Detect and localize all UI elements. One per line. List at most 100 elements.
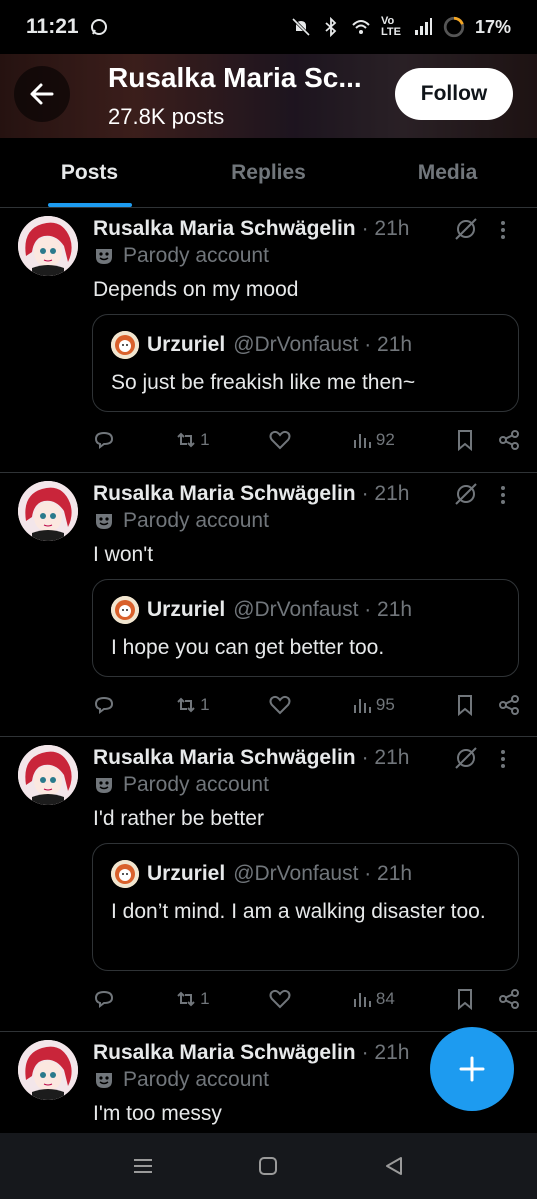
reply-button[interactable] (92, 428, 116, 452)
parody-label: Parody account (123, 509, 269, 532)
post-item[interactable]: Rusalka Maria Schwägelin · 21h Parody ac… (0, 473, 537, 737)
parody-badge: Parody account (93, 773, 269, 797)
quote-author-name: Urzuriel (147, 598, 226, 621)
profile-name: Rusalka Maria Sc... (108, 62, 362, 93)
author-name[interactable]: Rusalka Maria Schwägelin (93, 746, 356, 770)
back-nav-icon[interactable] (382, 1154, 406, 1178)
post-actions: 1 92 (92, 426, 521, 454)
reply-button[interactable] (92, 693, 116, 717)
repost-icon (177, 432, 195, 448)
quoted-post[interactable]: Urzuriel @DrVonfaust · 21h I don’t mind.… (92, 843, 519, 971)
repost-button[interactable]: 1 (174, 987, 210, 1011)
bookmark-icon[interactable] (453, 987, 477, 1011)
avatar[interactable] (18, 481, 78, 541)
quoted-post[interactable]: Urzuriel @DrVonfaust · 21h So just be fr… (92, 314, 519, 412)
post-time[interactable]: · 21h (362, 217, 410, 241)
profile-header: Rusalka Maria Sc... 27.8K posts Follow (0, 54, 537, 138)
message-bubble-icon (90, 19, 107, 35)
tab-posts[interactable]: Posts (0, 138, 179, 207)
parody-badge: Parody account (93, 244, 269, 268)
system-navigation-bar (0, 1133, 537, 1199)
reply-icon (94, 431, 114, 449)
post-item[interactable]: Rusalka Maria Schwägelin · 21h Parody ac… (0, 737, 537, 1032)
grok-icon[interactable] (453, 481, 479, 507)
plus-icon (459, 1056, 485, 1082)
more-vertical-icon[interactable] (495, 747, 511, 771)
theater-mask-icon (96, 249, 112, 264)
repost-icon (177, 991, 195, 1007)
post-time[interactable]: · 21h (362, 482, 410, 506)
like-button[interactable] (268, 428, 292, 452)
repost-count: 1 (200, 989, 210, 1008)
views-icon (353, 434, 371, 448)
reply-icon (94, 990, 114, 1008)
post-text: Depends on my mood (93, 278, 299, 301)
battery-percent: 17% (474, 16, 511, 37)
tab-replies[interactable]: Replies (179, 138, 358, 207)
theater-mask-icon (96, 778, 112, 793)
quote-avatar (111, 860, 139, 888)
posts-count: 27.8K posts (108, 104, 225, 129)
heart-icon (269, 695, 291, 715)
home-icon[interactable] (256, 1154, 280, 1178)
views-count: 92 (375, 430, 395, 449)
recents-icon[interactable] (131, 1154, 155, 1178)
follow-button[interactable]: Follow (395, 68, 513, 120)
post-time[interactable]: · 21h (362, 746, 410, 770)
post-actions: 1 84 (92, 985, 521, 1013)
theater-mask-icon (96, 1073, 112, 1088)
battery-ring-icon (443, 16, 465, 38)
author-name[interactable]: Rusalka Maria Schwägelin (93, 217, 356, 241)
post-item[interactable]: Rusalka Maria Schwägelin · 21h Parody ac… (0, 208, 537, 473)
avatar[interactable] (18, 1040, 78, 1100)
views-button[interactable]: 95 (350, 693, 395, 717)
quote-author-name: Urzuriel (147, 333, 226, 356)
heart-icon (269, 430, 291, 450)
repost-button[interactable]: 1 (174, 693, 210, 717)
repost-button[interactable]: 1 (174, 428, 210, 452)
wifi-icon (352, 20, 370, 34)
parody-label: Parody account (123, 773, 269, 796)
quote-avatar (111, 331, 139, 359)
author-name[interactable]: Rusalka Maria Schwägelin (93, 1041, 356, 1065)
more-vertical-icon[interactable] (495, 218, 511, 242)
author-name[interactable]: Rusalka Maria Schwägelin (93, 482, 356, 506)
bookmark-icon[interactable] (453, 693, 477, 717)
share-icon[interactable] (497, 693, 521, 717)
mute-icon (291, 17, 311, 37)
quoted-post[interactable]: Urzuriel @DrVonfaust · 21h I hope you ca… (92, 579, 519, 677)
quote-handle: @DrVonfaust · 21h (233, 598, 413, 621)
share-icon[interactable] (497, 987, 521, 1011)
compose-button[interactable] (430, 1027, 514, 1111)
like-button[interactable] (268, 693, 292, 717)
views-button[interactable]: 92 (350, 428, 395, 452)
avatar[interactable] (18, 745, 78, 805)
views-count: 84 (375, 989, 395, 1008)
signal-icon (414, 18, 432, 35)
bookmark-icon[interactable] (453, 428, 477, 452)
tab-media[interactable]: Media (358, 138, 537, 207)
bluetooth-icon (325, 17, 337, 37)
quote-text: I hope you can get better too. (111, 636, 385, 659)
views-button[interactable]: 84 (350, 987, 395, 1011)
parody-label: Parody account (123, 244, 269, 267)
avatar[interactable] (18, 216, 78, 276)
heart-icon (269, 989, 291, 1009)
share-icon[interactable] (497, 428, 521, 452)
quote-author-name: Urzuriel (147, 862, 226, 885)
posts-feed[interactable]: Rusalka Maria Schwägelin · 21h Parody ac… (0, 208, 537, 1133)
arrow-left-icon (30, 83, 54, 105)
back-button[interactable] (14, 66, 70, 122)
parody-badge: Parody account (93, 509, 269, 533)
post-time[interactable]: · 21h (362, 1041, 410, 1065)
like-button[interactable] (268, 987, 292, 1011)
grok-icon[interactable] (453, 745, 479, 771)
quote-handle: @DrVonfaust · 21h (233, 333, 413, 356)
quote-avatar (111, 596, 139, 624)
grok-icon[interactable] (453, 216, 479, 242)
profile-tabs: Posts Replies Media (0, 138, 537, 208)
reply-button[interactable] (92, 987, 116, 1011)
views-count: 95 (375, 695, 395, 714)
post-actions: 1 95 (92, 691, 521, 719)
more-vertical-icon[interactable] (495, 483, 511, 507)
